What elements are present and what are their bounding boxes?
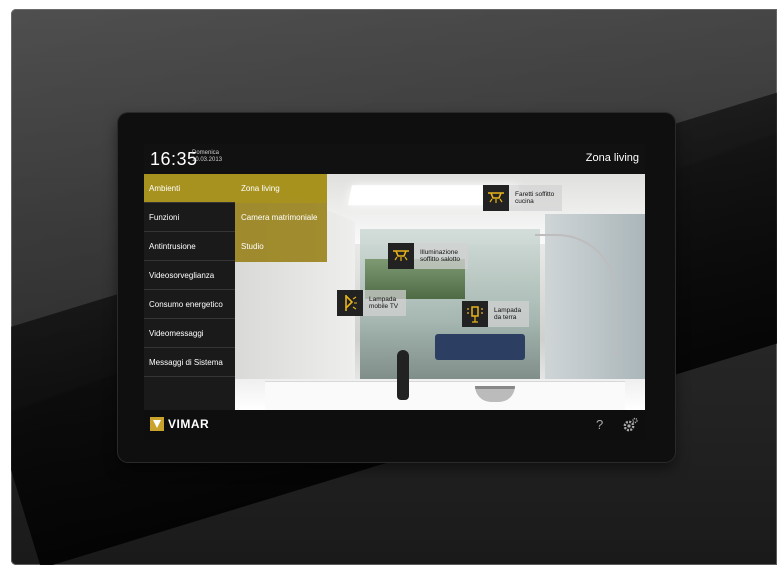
room-item-camera-matrimoniale[interactable]: Camera matrimoniale	[235, 203, 327, 232]
device-faretti-soffitto-cucina[interactable]: Faretti soffitto cucina	[483, 185, 563, 211]
ceiling-spot-icon	[483, 185, 509, 211]
sidebar: Ambienti Funzioni Antintrusione Videosor…	[144, 174, 235, 410]
device-photo: 16:35 Domenica 10.03.2013 Zona living Am…	[0, 0, 777, 571]
vimar-logo: VIMAR	[150, 417, 209, 431]
device-illuminazione-soffitto-salotto[interactable]: Illuminazione soffitto salotto	[388, 243, 468, 269]
device-label: Lampada mobile TV	[369, 295, 399, 311]
bottom-bar: VIMAR ?	[144, 410, 645, 439]
sidebar-item-messaggi-di-sistema[interactable]: Messaggi di Sistema	[144, 348, 235, 377]
settings-gear-icon[interactable]	[622, 417, 638, 433]
main-area: Ambienti Funzioni Antintrusione Videosor…	[144, 174, 645, 410]
sidebar-item-videomessaggi[interactable]: Videomessaggi	[144, 319, 235, 348]
device-lampada-da-terra[interactable]: Lampada da terra	[462, 301, 530, 327]
touchscreen: 16:35 Domenica 10.03.2013 Zona living Am…	[144, 144, 645, 439]
help-button[interactable]: ?	[596, 417, 603, 432]
device-label: Lampada da terra	[494, 306, 522, 322]
brand-name: VIMAR	[168, 417, 210, 431]
room-submenu: Zona living Camera matrimoniale Studio	[235, 174, 327, 262]
sidebar-item-funzioni[interactable]: Funzioni	[144, 203, 235, 232]
room-item-zona-living[interactable]: Zona living	[235, 174, 327, 203]
lamp-icon	[337, 290, 363, 316]
room-item-studio[interactable]: Studio	[235, 232, 327, 261]
clock: 16:35	[150, 149, 198, 169]
device-lampada-mobile-tv[interactable]: Lampada mobile TV	[337, 290, 407, 316]
sidebar-item-ambienti[interactable]: Ambienti	[144, 174, 235, 203]
brand-logo-icon	[150, 417, 164, 431]
device-label: Illuminazione soffitto salotto	[420, 248, 460, 264]
sidebar-item-antintrusione[interactable]: Antintrusione	[144, 232, 235, 261]
sidebar-item-consumo-energetico[interactable]: Consumo energetico	[144, 290, 235, 319]
weekday: Domenica	[192, 150, 220, 156]
sidebar-item-videosorveglianza[interactable]: Videosorveglianza	[144, 261, 235, 290]
ceiling-light-icon	[388, 243, 414, 269]
status-bar: 16:35 Domenica 10.03.2013 Zona living	[144, 144, 645, 174]
floor-lamp-icon	[462, 301, 488, 327]
device-label: Faretti soffitto cucina	[515, 190, 555, 206]
date: 10.03.2013	[192, 157, 223, 163]
page-title: Zona living	[585, 152, 639, 164]
